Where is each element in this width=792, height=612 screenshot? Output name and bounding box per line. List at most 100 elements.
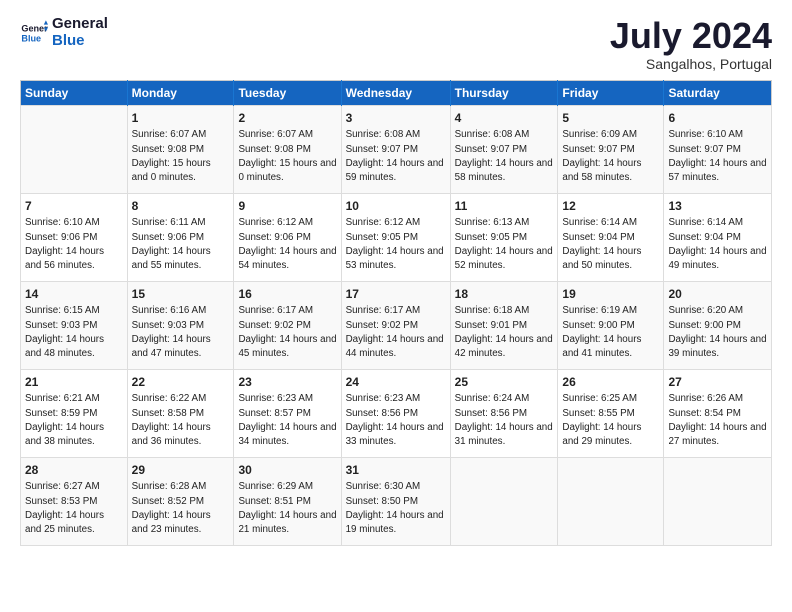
cell-2-2: 8Sunrise: 6:11 AM Sunset: 9:06 PM Daylig… — [127, 193, 234, 281]
day-number: 26 — [562, 374, 659, 391]
cell-3-4: 17Sunrise: 6:17 AM Sunset: 9:02 PM Dayli… — [341, 281, 450, 369]
cell-4-2: 22Sunrise: 6:22 AM Sunset: 8:58 PM Dayli… — [127, 369, 234, 457]
cell-3-2: 15Sunrise: 6:16 AM Sunset: 9:03 PM Dayli… — [127, 281, 234, 369]
cell-info: Sunrise: 6:19 AM Sunset: 9:00 PM Dayligh… — [562, 304, 659, 361]
cell-info: Sunrise: 6:23 AM Sunset: 8:57 PM Dayligh… — [238, 392, 336, 449]
cell-info: Sunrise: 6:17 AM Sunset: 9:02 PM Dayligh… — [346, 304, 446, 361]
day-number: 24 — [346, 374, 446, 391]
day-number: 5 — [562, 110, 659, 127]
day-number: 12 — [562, 198, 659, 215]
day-number: 21 — [25, 374, 123, 391]
day-number: 20 — [668, 286, 767, 303]
header: General Blue General Blue July 2024 Sang… — [20, 16, 772, 72]
cell-5-3: 30Sunrise: 6:29 AM Sunset: 8:51 PM Dayli… — [234, 457, 341, 545]
logo-line1: General — [52, 16, 108, 33]
svg-text:General: General — [21, 23, 48, 33]
week-row-1: 1Sunrise: 6:07 AM Sunset: 9:08 PM Daylig… — [21, 105, 772, 193]
header-row: SundayMondayTuesdayWednesdayThursdayFrid… — [21, 80, 772, 105]
day-number: 19 — [562, 286, 659, 303]
cell-2-3: 9Sunrise: 6:12 AM Sunset: 9:06 PM Daylig… — [234, 193, 341, 281]
day-number: 29 — [132, 462, 230, 479]
header-day-friday: Friday — [558, 80, 664, 105]
day-number: 1 — [132, 110, 230, 127]
day-number: 15 — [132, 286, 230, 303]
cell-info: Sunrise: 6:14 AM Sunset: 9:04 PM Dayligh… — [668, 216, 767, 273]
header-day-saturday: Saturday — [664, 80, 772, 105]
cell-2-6: 12Sunrise: 6:14 AM Sunset: 9:04 PM Dayli… — [558, 193, 664, 281]
day-number: 7 — [25, 198, 123, 215]
header-day-monday: Monday — [127, 80, 234, 105]
day-number: 8 — [132, 198, 230, 215]
cell-info: Sunrise: 6:11 AM Sunset: 9:06 PM Dayligh… — [132, 216, 230, 273]
cell-info: Sunrise: 6:10 AM Sunset: 9:06 PM Dayligh… — [25, 216, 123, 273]
cell-info: Sunrise: 6:21 AM Sunset: 8:59 PM Dayligh… — [25, 392, 123, 449]
cell-info: Sunrise: 6:17 AM Sunset: 9:02 PM Dayligh… — [238, 304, 336, 361]
logo-icon: General Blue — [20, 19, 48, 47]
cell-info: Sunrise: 6:28 AM Sunset: 8:52 PM Dayligh… — [132, 480, 230, 537]
cell-info: Sunrise: 6:15 AM Sunset: 9:03 PM Dayligh… — [25, 304, 123, 361]
cell-4-1: 21Sunrise: 6:21 AM Sunset: 8:59 PM Dayli… — [21, 369, 128, 457]
logo-line2: Blue — [52, 33, 108, 50]
cell-4-5: 25Sunrise: 6:24 AM Sunset: 8:56 PM Dayli… — [450, 369, 558, 457]
cell-info: Sunrise: 6:09 AM Sunset: 9:07 PM Dayligh… — [562, 128, 659, 185]
cell-3-3: 16Sunrise: 6:17 AM Sunset: 9:02 PM Dayli… — [234, 281, 341, 369]
cell-5-5 — [450, 457, 558, 545]
week-row-2: 7Sunrise: 6:10 AM Sunset: 9:06 PM Daylig… — [21, 193, 772, 281]
day-number: 9 — [238, 198, 336, 215]
svg-text:Blue: Blue — [21, 33, 41, 43]
cell-info: Sunrise: 6:08 AM Sunset: 9:07 PM Dayligh… — [346, 128, 446, 185]
day-number: 17 — [346, 286, 446, 303]
day-number: 16 — [238, 286, 336, 303]
day-number: 28 — [25, 462, 123, 479]
cell-4-3: 23Sunrise: 6:23 AM Sunset: 8:57 PM Dayli… — [234, 369, 341, 457]
day-number: 6 — [668, 110, 767, 127]
cell-5-2: 29Sunrise: 6:28 AM Sunset: 8:52 PM Dayli… — [127, 457, 234, 545]
week-row-4: 21Sunrise: 6:21 AM Sunset: 8:59 PM Dayli… — [21, 369, 772, 457]
month-title: July 2024 — [610, 16, 772, 56]
calendar-table: SundayMondayTuesdayWednesdayThursdayFrid… — [20, 80, 772, 546]
day-number: 2 — [238, 110, 336, 127]
cell-1-6: 5Sunrise: 6:09 AM Sunset: 9:07 PM Daylig… — [558, 105, 664, 193]
cell-3-5: 18Sunrise: 6:18 AM Sunset: 9:01 PM Dayli… — [450, 281, 558, 369]
cell-info: Sunrise: 6:20 AM Sunset: 9:00 PM Dayligh… — [668, 304, 767, 361]
cell-3-7: 20Sunrise: 6:20 AM Sunset: 9:00 PM Dayli… — [664, 281, 772, 369]
cell-4-4: 24Sunrise: 6:23 AM Sunset: 8:56 PM Dayli… — [341, 369, 450, 457]
cell-info: Sunrise: 6:07 AM Sunset: 9:08 PM Dayligh… — [238, 128, 336, 185]
day-number: 30 — [238, 462, 336, 479]
week-row-3: 14Sunrise: 6:15 AM Sunset: 9:03 PM Dayli… — [21, 281, 772, 369]
day-number: 27 — [668, 374, 767, 391]
cell-info: Sunrise: 6:27 AM Sunset: 8:53 PM Dayligh… — [25, 480, 123, 537]
cell-5-4: 31Sunrise: 6:30 AM Sunset: 8:50 PM Dayli… — [341, 457, 450, 545]
header-day-tuesday: Tuesday — [234, 80, 341, 105]
cell-info: Sunrise: 6:18 AM Sunset: 9:01 PM Dayligh… — [455, 304, 554, 361]
cell-2-7: 13Sunrise: 6:14 AM Sunset: 9:04 PM Dayli… — [664, 193, 772, 281]
day-number: 4 — [455, 110, 554, 127]
week-row-5: 28Sunrise: 6:27 AM Sunset: 8:53 PM Dayli… — [21, 457, 772, 545]
cell-5-1: 28Sunrise: 6:27 AM Sunset: 8:53 PM Dayli… — [21, 457, 128, 545]
cell-2-1: 7Sunrise: 6:10 AM Sunset: 9:06 PM Daylig… — [21, 193, 128, 281]
day-number: 13 — [668, 198, 767, 215]
day-number: 23 — [238, 374, 336, 391]
day-number: 11 — [455, 198, 554, 215]
header-day-wednesday: Wednesday — [341, 80, 450, 105]
cell-1-1 — [21, 105, 128, 193]
day-number: 25 — [455, 374, 554, 391]
cell-1-7: 6Sunrise: 6:10 AM Sunset: 9:07 PM Daylig… — [664, 105, 772, 193]
subtitle: Sangalhos, Portugal — [610, 56, 772, 72]
cell-info: Sunrise: 6:24 AM Sunset: 8:56 PM Dayligh… — [455, 392, 554, 449]
cell-info: Sunrise: 6:07 AM Sunset: 9:08 PM Dayligh… — [132, 128, 230, 185]
cell-info: Sunrise: 6:22 AM Sunset: 8:58 PM Dayligh… — [132, 392, 230, 449]
cell-1-3: 2Sunrise: 6:07 AM Sunset: 9:08 PM Daylig… — [234, 105, 341, 193]
cell-5-6 — [558, 457, 664, 545]
cell-info: Sunrise: 6:30 AM Sunset: 8:50 PM Dayligh… — [346, 480, 446, 537]
day-number: 22 — [132, 374, 230, 391]
cell-info: Sunrise: 6:12 AM Sunset: 9:06 PM Dayligh… — [238, 216, 336, 273]
day-number: 10 — [346, 198, 446, 215]
cell-2-5: 11Sunrise: 6:13 AM Sunset: 9:05 PM Dayli… — [450, 193, 558, 281]
day-number: 31 — [346, 462, 446, 479]
cell-info: Sunrise: 6:23 AM Sunset: 8:56 PM Dayligh… — [346, 392, 446, 449]
cell-1-4: 3Sunrise: 6:08 AM Sunset: 9:07 PM Daylig… — [341, 105, 450, 193]
day-number: 14 — [25, 286, 123, 303]
day-number: 3 — [346, 110, 446, 127]
day-number: 18 — [455, 286, 554, 303]
